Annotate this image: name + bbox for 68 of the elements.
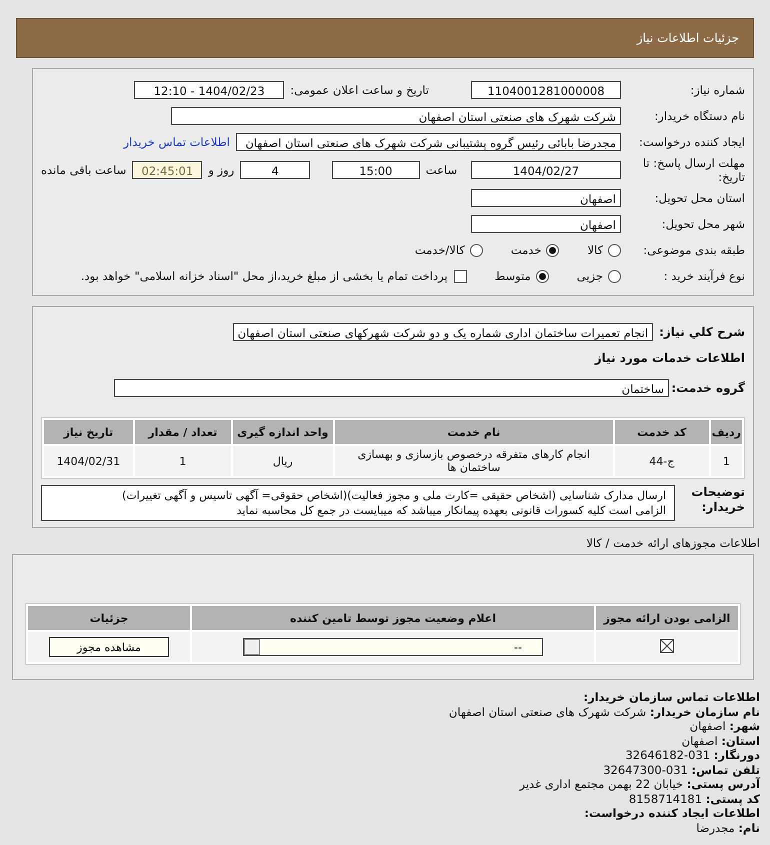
status-dropdown[interactable]: -- bbox=[243, 638, 543, 656]
column-header: ردیف bbox=[710, 420, 742, 444]
radio-label: جزیی bbox=[576, 269, 603, 283]
field-label: شماره نیاز: bbox=[689, 83, 745, 97]
text-field[interactable]: اصفهان bbox=[471, 215, 621, 233]
field-label: طبقه بندی موضوعی: bbox=[642, 243, 745, 257]
radio-button[interactable] bbox=[470, 244, 483, 256]
radio-label: کالا/خدمت bbox=[414, 243, 465, 257]
page-title: جزئیات اطلاعات نیاز bbox=[636, 31, 739, 45]
contact-heading: اطلاعات تماس سازمان خریدار: bbox=[582, 690, 760, 704]
text-field[interactable]: مجدرضا بابائی رئیس گروه پشتیبانی شرکت شهرک های صنعتی استان اصفهان bbox=[236, 133, 621, 151]
text-field[interactable]: شرکت شهرک های صنعتی استان اصفهان bbox=[171, 107, 621, 125]
table-cell: انجام کارهای متفرقه درخصوص بازسازی و بهسازی ساختمان ها bbox=[334, 446, 613, 476]
buyer-notes: ارسال مدارک شناسایی (اشخاص حقیقی =کارت ملی و مجوز فعالیت)(اشخاص حقوقی= آگهی تاسیس و آگهی تغییرات) الزامی است کلیه کسورات قانونی بعهده پیمانکار میباشد که میبایست در جمع کل محاسبه نماید bbox=[41, 485, 675, 521]
field-label: شرح کلي نياز: bbox=[659, 325, 745, 339]
field-label: روز و bbox=[208, 163, 234, 177]
radio-label: متوسط bbox=[494, 269, 531, 283]
column-header: کد خدمت bbox=[614, 420, 709, 444]
column-header: اعلام وضعیت مجوز توسط تامین کننده bbox=[192, 606, 594, 630]
table-cell: ریال bbox=[232, 446, 333, 476]
table-cell: ج-44 bbox=[614, 446, 709, 476]
text-field[interactable]: 15:00 bbox=[332, 161, 420, 179]
text-field[interactable]: ساختمان bbox=[114, 379, 669, 397]
contact-heading: اطلاعات ایجاد کننده درخواست: bbox=[583, 806, 760, 820]
text-field[interactable]: 1404/02/27 bbox=[471, 161, 621, 179]
field-label: نوع فرآیند خرید : bbox=[662, 269, 745, 283]
field-label: ساعت bbox=[426, 163, 458, 177]
field-label: گروه خدمت: bbox=[675, 381, 745, 395]
field-label: ایجاد کننده درخواست: bbox=[638, 135, 745, 149]
checkbox[interactable] bbox=[454, 270, 467, 282]
radio-label: کالا bbox=[587, 243, 603, 257]
column-header: جزئیات bbox=[28, 606, 190, 630]
contact-line: استان: اصفهان bbox=[680, 734, 760, 748]
field-label: استان محل تحویل: bbox=[654, 191, 745, 205]
contact-line: شهر: اصفهان bbox=[688, 719, 760, 734]
contact-line: نام: مجدرضا bbox=[695, 820, 760, 835]
radio-label: خدمت bbox=[510, 243, 542, 257]
column-header: الزامی بودن ارائه مجوز bbox=[596, 606, 738, 630]
contact-line: نام سازمان خریدار: شرکت شهرک های صنعتی استان اصفهان bbox=[448, 704, 760, 719]
radio-button[interactable] bbox=[608, 244, 621, 256]
text-field[interactable]: اصفهان bbox=[471, 189, 621, 207]
text-field[interactable]: 02:45:01 bbox=[132, 161, 202, 179]
buyer-contact-link[interactable]: اطلاعات تماس خریدار bbox=[123, 135, 230, 149]
text-field[interactable]: 1104001281000008 bbox=[471, 81, 621, 99]
table-cell: 1 bbox=[710, 446, 742, 476]
field-label: نام دستگاه خریدار: bbox=[653, 109, 745, 123]
radio-button[interactable] bbox=[536, 270, 549, 282]
text-field[interactable]: 4 bbox=[240, 161, 310, 179]
column-header: تاریخ نیاز bbox=[44, 420, 133, 444]
contact-line: آدرس پستی: خیابان 22 بهمن مجتمع اداری غدیر bbox=[518, 777, 760, 792]
radio-button[interactable] bbox=[608, 270, 621, 282]
field-label: شهر محل تحویل: bbox=[660, 217, 745, 231]
column-header: نام خدمت bbox=[334, 420, 613, 444]
column-header: واحد اندازه گیری bbox=[232, 420, 333, 444]
field-label: توضیحات خریدار: bbox=[690, 485, 745, 515]
section-title: اطلاعات مجوزهای ارائه خدمت / کالا bbox=[585, 536, 760, 550]
view-permit-button[interactable]: مشاهده مجوز bbox=[49, 637, 169, 657]
field-label: مهلت ارسال پاسخ: تا تاریخ: bbox=[642, 156, 745, 184]
text-field[interactable]: انجام تعمیرات ساختمان اداری شماره یک و دو شرکت شهرکهای صنعتی استان اصفهان bbox=[232, 323, 654, 341]
table-cell: 1 bbox=[134, 446, 231, 476]
text-field[interactable]: 1404/02/23 - 12:10 bbox=[134, 81, 284, 99]
section-heading: اطلاعات خدمات مورد نیاز bbox=[593, 351, 745, 365]
table-cell: 1404/02/31 bbox=[44, 446, 133, 476]
field-label: پرداخت تمام یا بخشی از مبلغ خرید،از محل "اسناد خزانه اسلامی" خواهد بود. bbox=[80, 269, 448, 283]
radio-button[interactable] bbox=[546, 244, 560, 256]
field-label: ساعت باقی مانده bbox=[41, 163, 126, 177]
field-label: تاریخ و ساعت اعلان عمومی: bbox=[290, 83, 429, 97]
column-header: تعداد / مقدار bbox=[134, 420, 231, 444]
